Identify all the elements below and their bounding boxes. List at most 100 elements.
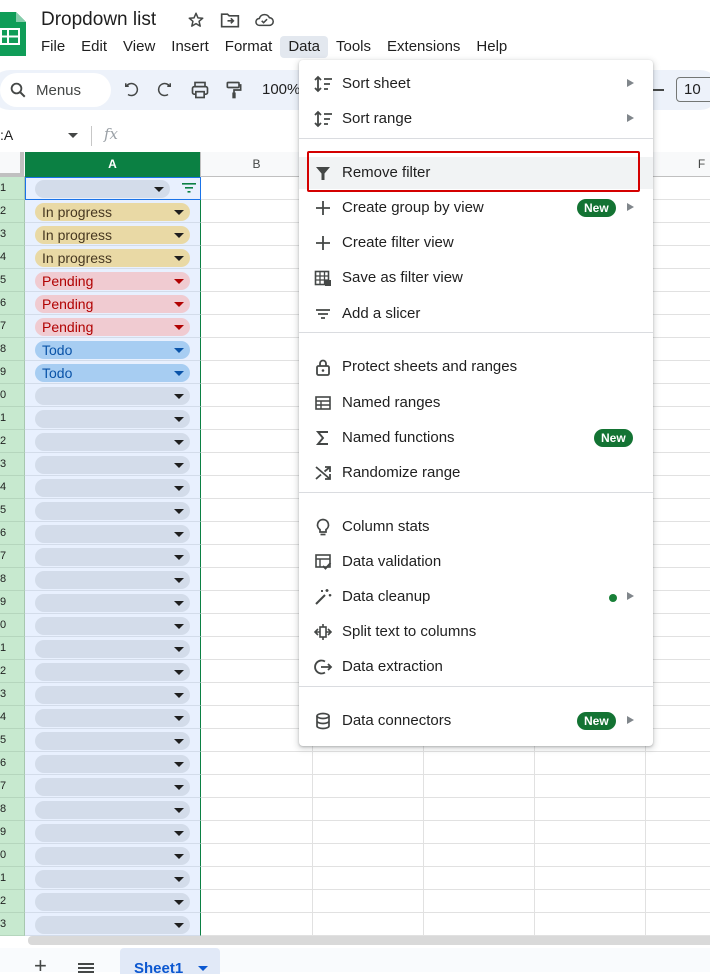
grid-cell[interactable] <box>201 522 313 545</box>
menus-search-button[interactable]: Menus <box>0 73 111 107</box>
grid-cell[interactable] <box>201 499 313 522</box>
paint-format-icon[interactable] <box>223 79 245 101</box>
print-icon[interactable] <box>189 79 211 101</box>
dropdown-chip[interactable]: In progress <box>35 203 190 221</box>
grid-cell[interactable] <box>201 361 313 384</box>
grid-cell[interactable] <box>646 890 710 913</box>
dropdown-chip[interactable]: Pending <box>35 318 190 336</box>
menu-item-data-validation[interactable]: Data validation <box>299 546 653 578</box>
cell-a[interactable] <box>25 453 201 476</box>
grid-cell[interactable] <box>535 913 646 936</box>
name-box-dropdown-icon[interactable] <box>68 133 78 138</box>
menu-data[interactable]: Data <box>280 36 328 58</box>
grid-cell[interactable] <box>424 821 535 844</box>
dropdown-chip[interactable]: In progress <box>35 226 190 244</box>
cell-a[interactable] <box>25 729 201 752</box>
font-size-input[interactable]: 10 <box>676 77 710 102</box>
grid-cell[interactable] <box>646 223 710 246</box>
grid-cell[interactable] <box>646 798 710 821</box>
grid-cell[interactable] <box>201 315 313 338</box>
grid-cell[interactable] <box>646 177 710 200</box>
row-header[interactable]: 0 <box>0 384 25 407</box>
dropdown-chip[interactable] <box>35 456 190 474</box>
chevron-down-icon[interactable] <box>174 693 184 698</box>
row-header[interactable]: 8 <box>0 798 25 821</box>
chevron-down-icon[interactable] <box>174 647 184 652</box>
cell-a[interactable] <box>25 844 201 867</box>
grid-cell[interactable] <box>646 407 710 430</box>
menu-item-named-ranges[interactable]: Named ranges <box>299 387 653 419</box>
menu-file[interactable]: File <box>33 36 73 58</box>
grid-cell[interactable] <box>201 269 313 292</box>
cell-a[interactable]: Todo <box>25 361 201 384</box>
row-header[interactable]: 1 <box>0 177 25 200</box>
grid-cell[interactable] <box>535 798 646 821</box>
grid-cell[interactable] <box>424 890 535 913</box>
grid-cell[interactable] <box>201 223 313 246</box>
dropdown-chip[interactable] <box>35 548 190 566</box>
grid-cell[interactable] <box>313 752 424 775</box>
row-header[interactable]: 1 <box>0 637 25 660</box>
sheet-tab-menu-icon[interactable] <box>198 966 208 971</box>
grid-cell[interactable] <box>424 775 535 798</box>
dropdown-chip[interactable]: Pending <box>35 272 190 290</box>
grid-cell[interactable] <box>201 867 313 890</box>
grid-cell[interactable] <box>201 729 313 752</box>
cell-a[interactable] <box>25 867 201 890</box>
chevron-down-icon[interactable] <box>174 486 184 491</box>
dropdown-chip[interactable]: Todo <box>35 364 190 382</box>
menu-item-sort-range[interactable]: Sort range <box>299 103 653 135</box>
row-header[interactable]: 8 <box>0 568 25 591</box>
grid-cell[interactable] <box>535 821 646 844</box>
grid-cell[interactable] <box>646 246 710 269</box>
row-header[interactable]: 9 <box>0 591 25 614</box>
cell-a[interactable]: In progress <box>25 200 201 223</box>
chevron-down-icon[interactable] <box>174 325 184 330</box>
grid-cell[interactable] <box>424 844 535 867</box>
menu-view[interactable]: View <box>115 36 163 58</box>
grid-cell[interactable] <box>201 568 313 591</box>
grid-cell[interactable] <box>646 476 710 499</box>
menu-format[interactable]: Format <box>217 36 281 58</box>
cell-a[interactable]: Todo <box>25 338 201 361</box>
dropdown-chip[interactable] <box>35 617 190 635</box>
chevron-down-icon[interactable] <box>174 785 184 790</box>
dropdown-chip[interactable] <box>35 663 190 681</box>
dropdown-chip[interactable] <box>35 801 190 819</box>
grid-cell[interactable] <box>535 844 646 867</box>
move-folder-icon[interactable] <box>220 10 240 30</box>
menu-item-sort-sheet[interactable]: Sort sheet <box>299 68 653 100</box>
grid-cell[interactable] <box>646 683 710 706</box>
menu-item-data-extraction[interactable]: Data extraction <box>299 651 653 683</box>
chevron-down-icon[interactable] <box>174 532 184 537</box>
grid-cell[interactable] <box>201 177 313 200</box>
dropdown-chip[interactable] <box>35 479 190 497</box>
chevron-down-icon[interactable] <box>174 831 184 836</box>
chevron-down-icon[interactable] <box>174 601 184 606</box>
grid-cell[interactable] <box>646 292 710 315</box>
cell-a[interactable] <box>25 591 201 614</box>
chevron-down-icon[interactable] <box>174 509 184 514</box>
grid-cell[interactable] <box>201 844 313 867</box>
cell-a[interactable] <box>25 752 201 775</box>
grid-cell[interactable] <box>535 890 646 913</box>
cell-a[interactable]: Pending <box>25 292 201 315</box>
cell-a[interactable] <box>25 568 201 591</box>
cell-a[interactable] <box>25 890 201 913</box>
grid-cell[interactable] <box>646 499 710 522</box>
horizontal-scrollbar[interactable] <box>28 936 710 945</box>
name-box[interactable]: :A <box>0 127 13 143</box>
cell-a[interactable]: In progress <box>25 246 201 269</box>
dropdown-chip[interactable]: Pending <box>35 295 190 313</box>
grid-cell[interactable] <box>646 867 710 890</box>
grid-cell[interactable] <box>424 913 535 936</box>
document-title[interactable]: Dropdown list <box>41 9 156 31</box>
menu-tools[interactable]: Tools <box>328 36 379 58</box>
decrease-font-size-icon[interactable] <box>652 89 664 91</box>
column-header-a[interactable]: A <box>25 152 201 177</box>
grid-cell[interactable] <box>646 269 710 292</box>
grid-cell[interactable] <box>201 798 313 821</box>
grid-cell[interactable] <box>313 821 424 844</box>
column-header-f[interactable]: F <box>646 152 710 177</box>
select-all-corner[interactable] <box>0 152 24 177</box>
